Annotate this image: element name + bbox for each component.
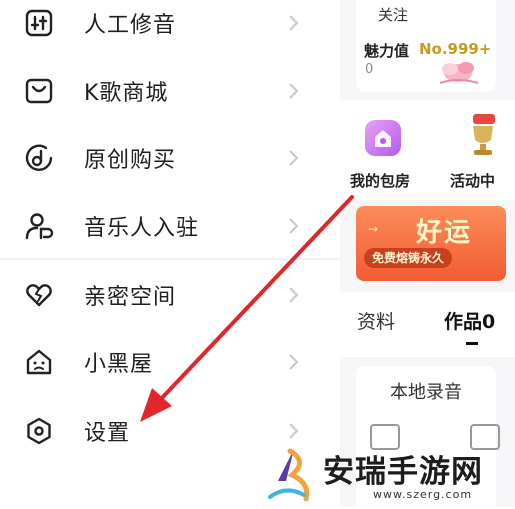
- chevron-right-icon: [286, 14, 300, 32]
- music-note-circle-icon: [24, 143, 54, 173]
- tab-indicator: [466, 342, 478, 345]
- chevron-right-icon: [286, 286, 300, 304]
- menu-item-label: 小黑屋: [84, 352, 154, 377]
- tab-works[interactable]: 作品0: [444, 307, 495, 334]
- flower-decoration-icon: [430, 55, 486, 87]
- chevron-right-icon: [286, 353, 300, 371]
- musician-person-icon: [24, 211, 54, 241]
- heart-pair-icon: [24, 280, 54, 310]
- menu-item-label: 设置: [84, 421, 131, 446]
- local-recording-label: 本地录音: [390, 382, 462, 403]
- menu-item-k-song-store[interactable]: K歌商城: [0, 61, 340, 121]
- watermark-title: 安瑞手游网: [323, 454, 483, 490]
- menu-item-label: 亲密空间: [84, 285, 177, 310]
- banner-title: 好运: [416, 218, 473, 248]
- menu-item-label: K歌商城: [84, 81, 169, 106]
- watermark-url: www.szerg.com: [373, 488, 473, 501]
- charm-value: 0: [365, 62, 374, 77]
- watermark-logo-icon: [264, 445, 320, 505]
- banner-arrow-icon: →: [368, 222, 379, 236]
- menu-item-label: 音乐人入驻: [84, 216, 200, 241]
- chevron-right-icon: [286, 82, 300, 100]
- trophy-icon[interactable]: [465, 112, 501, 158]
- menu-item-pitch-correction[interactable]: 人工修音: [0, 0, 340, 53]
- chevron-right-icon: [286, 422, 300, 440]
- activity-label[interactable]: 活动中: [450, 170, 495, 191]
- menu-item-original-purchase[interactable]: 原创购买: [0, 128, 340, 188]
- chevron-right-icon: [286, 217, 300, 235]
- banner-subtitle: 免费熔铸永久: [364, 248, 453, 268]
- follow-label[interactable]: 关注: [378, 4, 408, 25]
- menu-item-intimate-space[interactable]: 亲密空间: [0, 265, 340, 325]
- shopping-bag-icon: [24, 76, 54, 106]
- menu-item-label: 原创购买: [84, 148, 177, 173]
- private-room-icon[interactable]: [365, 120, 401, 156]
- charm-label: 魅力值: [364, 42, 410, 60]
- house-sad-face-icon: [24, 347, 54, 377]
- divider: [0, 258, 340, 260]
- tab-info[interactable]: 资料: [357, 307, 395, 334]
- side-menu: 人工修音 K歌商城 原创购买 音乐人入驻 亲密空间 小黑屋 设置: [0, 0, 340, 507]
- menu-item-musician-join[interactable]: 音乐人入驻: [0, 196, 340, 256]
- settings-hexagon-icon: [24, 416, 54, 446]
- menu-item-blacklist[interactable]: 小黑屋: [0, 332, 340, 392]
- menu-item-label: 人工修音: [84, 13, 177, 38]
- chevron-right-icon: [286, 149, 300, 167]
- private-room-label[interactable]: 我的包房: [350, 170, 410, 191]
- equalizer-icon: [24, 8, 54, 38]
